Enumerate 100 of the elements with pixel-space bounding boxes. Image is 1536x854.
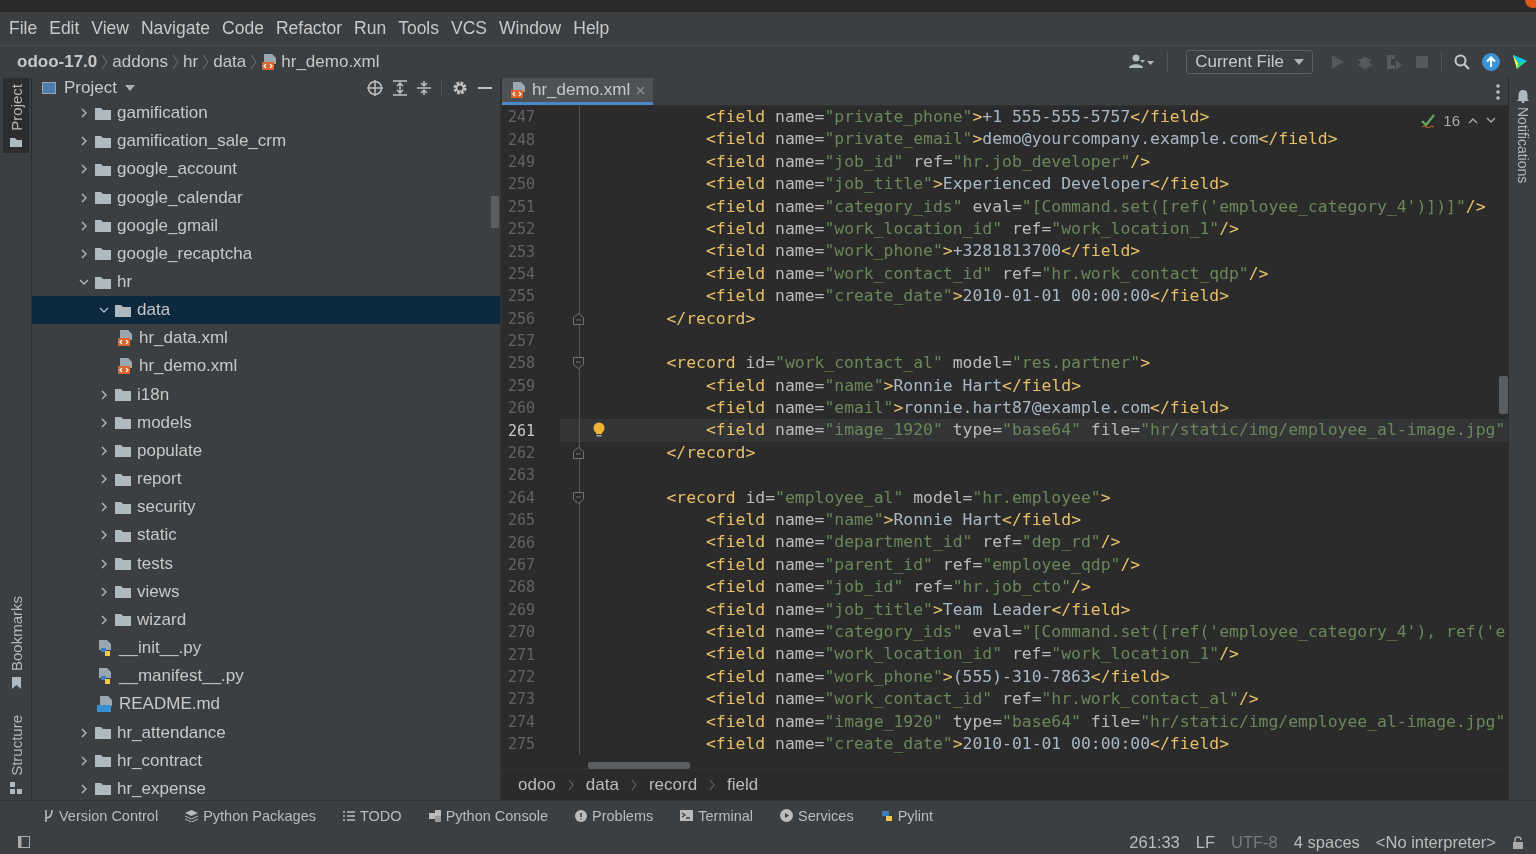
tool-window-button[interactable]: Pylint (880, 807, 934, 824)
menu-item[interactable]: View (85, 18, 135, 39)
breadcrumb-item[interactable]: odoo (518, 775, 556, 795)
lightbulb-icon[interactable] (593, 422, 605, 439)
fold-marker-icon[interactable] (573, 491, 584, 504)
status-item[interactable]: 261:33 (1129, 832, 1180, 852)
scrollbar-thumb[interactable] (588, 762, 690, 769)
tree-item[interactable]: google_account (117, 159, 238, 180)
editor-tab[interactable]: hr_demo.xml (502, 78, 654, 105)
chevron-icon[interactable] (99, 586, 109, 597)
fold-marker-icon[interactable] (573, 312, 584, 325)
breadcrumb-item[interactable]: data (213, 52, 247, 72)
chevron-down-icon[interactable] (1486, 117, 1496, 124)
tree-item[interactable]: __manifest__.py (119, 666, 244, 687)
tree-item[interactable]: __init__.py (119, 638, 202, 659)
panel-toggle-icon[interactable] (18, 836, 30, 848)
tree-item[interactable]: hr_attendance (117, 722, 226, 743)
breadcrumb-item[interactable]: odoo-17.0 (17, 52, 98, 72)
chevron-icon[interactable] (79, 248, 89, 259)
tree-item[interactable]: tests (137, 553, 173, 574)
triangle-logo-icon[interactable] (1512, 54, 1528, 70)
chevron-icon[interactable] (99, 558, 109, 569)
status-item[interactable]: <No interpreter> (1375, 832, 1496, 852)
scrollbar-thumb[interactable] (491, 196, 499, 228)
scrollbar-thumb[interactable] (1499, 376, 1508, 414)
tree-item[interactable]: i18n (137, 384, 170, 405)
tool-window-button[interactable]: Python Console (428, 807, 548, 824)
tree-item[interactable]: gamification (117, 103, 208, 124)
menu-item[interactable]: Tools (392, 18, 445, 39)
tree-item[interactable]: models (137, 412, 192, 433)
status-item[interactable]: 4 spaces (1293, 832, 1360, 852)
menu-item[interactable]: Navigate (135, 18, 217, 39)
tree-item[interactable]: hr_expense (117, 778, 206, 799)
tree-item[interactable]: static (137, 525, 177, 546)
collapse-all-icon[interactable] (417, 80, 431, 96)
chevron-icon[interactable] (99, 614, 109, 625)
tool-window-button[interactable]: Terminal (680, 807, 754, 824)
more-icon[interactable] (1496, 83, 1500, 100)
menu-item[interactable]: Window (493, 18, 568, 39)
tree-item[interactable]: hr_data.xml (139, 328, 228, 349)
breadcrumb-item[interactable]: record (648, 775, 698, 795)
tool-window-tab[interactable]: Bookmarks (3, 590, 29, 696)
chevron-icon[interactable] (79, 164, 89, 175)
chevron-icon[interactable] (79, 220, 89, 231)
problem-count[interactable]: 16 (1443, 112, 1460, 129)
tree-item[interactable]: wizard (137, 609, 187, 630)
chevron-icon[interactable] (99, 445, 109, 456)
chevron-icon[interactable] (79, 783, 89, 794)
chevron-icon[interactable] (79, 108, 89, 119)
tool-window-tab[interactable]: Project (3, 78, 29, 153)
menu-item[interactable]: Edit (43, 18, 86, 39)
tool-window-button[interactable]: TODO (343, 807, 402, 824)
menu-item[interactable]: Help (567, 18, 616, 39)
chevron-icon[interactable] (79, 755, 89, 766)
tree-item[interactable]: views (137, 581, 180, 602)
tree-item[interactable]: google_calendar (117, 187, 243, 208)
user-dropdown-icon[interactable] (1129, 54, 1156, 70)
tool-window-button[interactable]: Python Packages (185, 807, 316, 824)
breadcrumb-item[interactable]: addons (112, 52, 169, 72)
breadcrumb-item[interactable]: field (727, 775, 759, 795)
crosshair-icon[interactable] (367, 80, 383, 96)
tree-item[interactable]: data (137, 300, 171, 321)
chevron-icon[interactable] (99, 530, 109, 541)
lock-icon[interactable] (1512, 835, 1524, 849)
chevron-icon[interactable] (99, 474, 109, 485)
chevron-icon[interactable] (79, 727, 89, 738)
chevron-icon[interactable] (99, 417, 109, 428)
tree-item[interactable]: populate (137, 440, 203, 461)
breadcrumb-item[interactable]: hr_demo.xml (281, 52, 380, 72)
chevron-icon[interactable] (99, 502, 109, 513)
tool-window-button[interactable]: Services (780, 807, 854, 824)
menu-item[interactable]: VCS (445, 18, 493, 39)
expand-all-icon[interactable] (393, 80, 407, 96)
tree-item[interactable]: google_gmail (117, 215, 219, 236)
chevron-icon[interactable] (79, 192, 89, 203)
tool-window-tab[interactable]: Structure (3, 709, 29, 800)
tree-item[interactable]: hr_demo.xml (139, 356, 238, 377)
search-icon[interactable] (1454, 54, 1470, 70)
menu-item[interactable]: Refactor (269, 18, 349, 39)
notifications-tab[interactable]: Notifications (1514, 90, 1531, 184)
fold-marker-icon[interactable] (573, 357, 584, 370)
chevron-icon[interactable] (99, 389, 109, 400)
tool-window-button[interactable]: Problems (575, 807, 654, 824)
tree-item[interactable]: security (137, 497, 196, 518)
tree-item[interactable]: report (137, 469, 182, 490)
tree-item[interactable]: hr (117, 272, 133, 292)
chevron-icon[interactable] (79, 277, 89, 287)
chevron-icon[interactable] (79, 136, 89, 147)
run-configuration-dropdown[interactable]: Current File (1186, 50, 1313, 74)
tree-item[interactable]: google_recaptcha (117, 243, 253, 264)
tree-item[interactable]: README.md (119, 694, 221, 715)
tree-item[interactable]: gamification_sale_crm (117, 131, 287, 152)
chevron-up-icon[interactable] (1468, 117, 1478, 124)
menu-item[interactable]: Run (348, 18, 393, 39)
update-icon[interactable] (1482, 53, 1500, 71)
status-item[interactable]: LF (1195, 832, 1216, 852)
tree-item[interactable]: hr_contract (117, 750, 203, 771)
settings-icon[interactable] (452, 80, 468, 96)
menu-item[interactable]: Code (216, 18, 270, 39)
fold-marker-icon[interactable] (573, 446, 584, 459)
